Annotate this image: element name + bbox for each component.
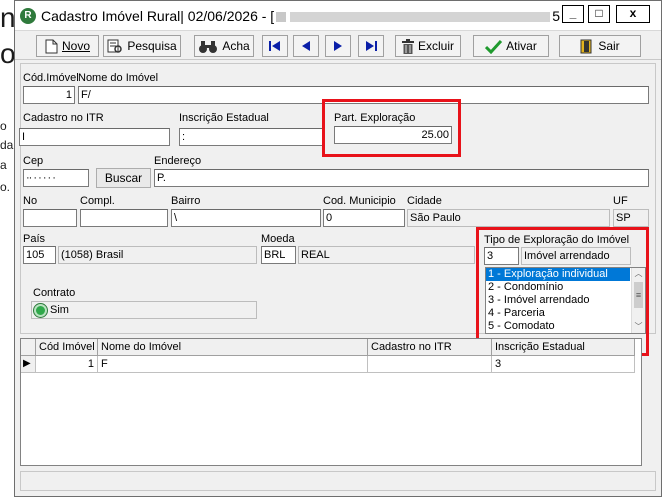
previous-record-icon bbox=[302, 41, 310, 51]
app-icon: R bbox=[20, 8, 36, 24]
sair-label: Sair bbox=[598, 39, 620, 53]
binoculars-icon bbox=[199, 40, 218, 53]
cidade-label: Cidade bbox=[407, 195, 442, 207]
new-document-icon bbox=[45, 39, 58, 53]
uf-field: SP bbox=[613, 209, 649, 227]
novo-button[interactable]: Novo bbox=[36, 35, 99, 57]
pais-name-field: (1058) Brasil bbox=[58, 246, 257, 264]
bairro-label: Bairro bbox=[171, 195, 201, 207]
sair-button[interactable]: Sair bbox=[559, 35, 641, 57]
novo-label: Novo bbox=[61, 39, 90, 53]
cidade-field: São Paulo bbox=[407, 209, 610, 227]
grid-header-cadastro-itr[interactable]: Cadastro no ITR bbox=[368, 339, 492, 356]
part-exploracao-highlight bbox=[322, 99, 461, 157]
contrato-status-icon bbox=[34, 304, 47, 317]
cadastro-itr-input[interactable]: I bbox=[19, 128, 170, 146]
grid-cell-cod-imovel[interactable]: 1 bbox=[36, 356, 98, 373]
form-panel: Cód.Imóvel 1 Nome do Imóvel F/ Cadastro … bbox=[19, 63, 656, 356]
acha-button[interactable]: Acha bbox=[194, 35, 254, 57]
cod-municipio-input[interactable]: 0 bbox=[323, 209, 405, 227]
grid-cell-nome-imovel[interactable]: F bbox=[98, 356, 368, 373]
contrato-value: Sim bbox=[50, 304, 69, 316]
moeda-code-input[interactable]: BRL bbox=[261, 246, 296, 264]
search-list-icon bbox=[107, 39, 123, 53]
numero-input[interactable] bbox=[23, 209, 77, 227]
cadastro-itr-label: Cadastro no ITR bbox=[23, 112, 104, 124]
moeda-name-field: REAL bbox=[298, 246, 475, 264]
contrato-label: Contrato bbox=[33, 287, 76, 299]
moeda-label: Moeda bbox=[261, 233, 295, 245]
previous-record-button[interactable] bbox=[293, 35, 319, 57]
cep-input[interactable]: ·· · · · · · bbox=[23, 169, 89, 187]
inscricao-estadual-input[interactable]: : bbox=[179, 128, 325, 146]
cod-imovel-label: Cód.Imóvel bbox=[23, 72, 79, 84]
grid-cell-inscricao-estadual[interactable]: 3 bbox=[492, 356, 635, 373]
cadastro-imovel-window: R Cadastro Imóvel Rural| 02/06/2026 - [5… bbox=[14, 0, 662, 497]
ativar-label: Ativar bbox=[506, 39, 537, 53]
next-record-icon bbox=[334, 41, 342, 51]
cod-municipio-label: Cod. Municipio bbox=[323, 195, 396, 207]
nome-imovel-label: Nome do Imóvel bbox=[78, 72, 159, 84]
cod-imovel-input[interactable]: 1 bbox=[23, 86, 75, 104]
pais-label: País bbox=[23, 233, 46, 245]
tipo-exploracao-highlight bbox=[476, 227, 649, 356]
buscar-button[interactable]: Buscar bbox=[96, 168, 151, 188]
grid-header-inscricao-estadual[interactable]: Inscrição Estadual bbox=[492, 339, 635, 356]
cep-label: Cep bbox=[23, 155, 44, 167]
pesquisa-label: Pesquisa bbox=[127, 39, 177, 53]
exit-door-icon bbox=[580, 39, 592, 53]
numero-label: No bbox=[23, 195, 38, 207]
uf-label: UF bbox=[613, 195, 628, 207]
checkmark-icon bbox=[485, 39, 503, 54]
title-bar[interactable]: R Cadastro Imóvel Rural| 02/06/2026 - [5… bbox=[15, 1, 661, 31]
endereco-input[interactable]: P. bbox=[154, 169, 649, 187]
first-record-button[interactable] bbox=[262, 35, 288, 57]
grid-corner bbox=[21, 339, 36, 356]
background-text-line-3: a bbox=[0, 158, 7, 172]
contrato-field: Sim bbox=[31, 301, 257, 319]
toolbar: Novo Pesquisa Acha Excluir Ativar Sair bbox=[15, 32, 661, 60]
acha-label: Acha bbox=[222, 39, 250, 53]
first-record-icon bbox=[269, 41, 280, 51]
maximize-button[interactable]: □ bbox=[588, 5, 610, 23]
background-text-line-4: o. bbox=[0, 180, 11, 194]
minimize-button[interactable]: _ bbox=[562, 5, 584, 23]
background-text-line-2: da bbox=[0, 138, 14, 152]
endereco-label: Endereço bbox=[154, 155, 202, 167]
trash-icon bbox=[401, 38, 414, 54]
grid-header-cod-imovel[interactable]: Cód Imóvel bbox=[36, 339, 98, 356]
inscricao-estadual-label: Inscrição Estadual bbox=[179, 112, 269, 124]
ativar-button[interactable]: Ativar bbox=[473, 35, 549, 57]
status-bar bbox=[20, 471, 656, 491]
excluir-button[interactable]: Excluir bbox=[395, 35, 461, 57]
pesquisa-button[interactable]: Pesquisa bbox=[103, 35, 181, 57]
next-record-button[interactable] bbox=[325, 35, 351, 57]
excluir-label: Excluir bbox=[417, 39, 454, 53]
bairro-input[interactable]: \ bbox=[171, 209, 321, 227]
last-record-icon bbox=[366, 41, 377, 51]
complemento-input[interactable] bbox=[80, 209, 168, 227]
window-title: Cadastro Imóvel Rural| 02/06/2026 - [5..… bbox=[41, 8, 561, 24]
row-pointer-icon[interactable]: ▶ bbox=[21, 356, 36, 373]
complemento-label: Compl. bbox=[80, 195, 115, 207]
imovel-grid[interactable]: Cód Imóvel Nome do Imóvel Cadastro no IT… bbox=[20, 338, 642, 466]
grid-header-nome-imovel[interactable]: Nome do Imóvel bbox=[98, 339, 368, 356]
last-record-button[interactable] bbox=[358, 35, 384, 57]
close-button[interactable]: x bbox=[616, 5, 650, 23]
grid-cell-cadastro-itr[interactable] bbox=[368, 356, 492, 373]
pais-code-input[interactable]: 105 bbox=[23, 246, 56, 264]
background-text-line-1: o bbox=[0, 119, 7, 133]
